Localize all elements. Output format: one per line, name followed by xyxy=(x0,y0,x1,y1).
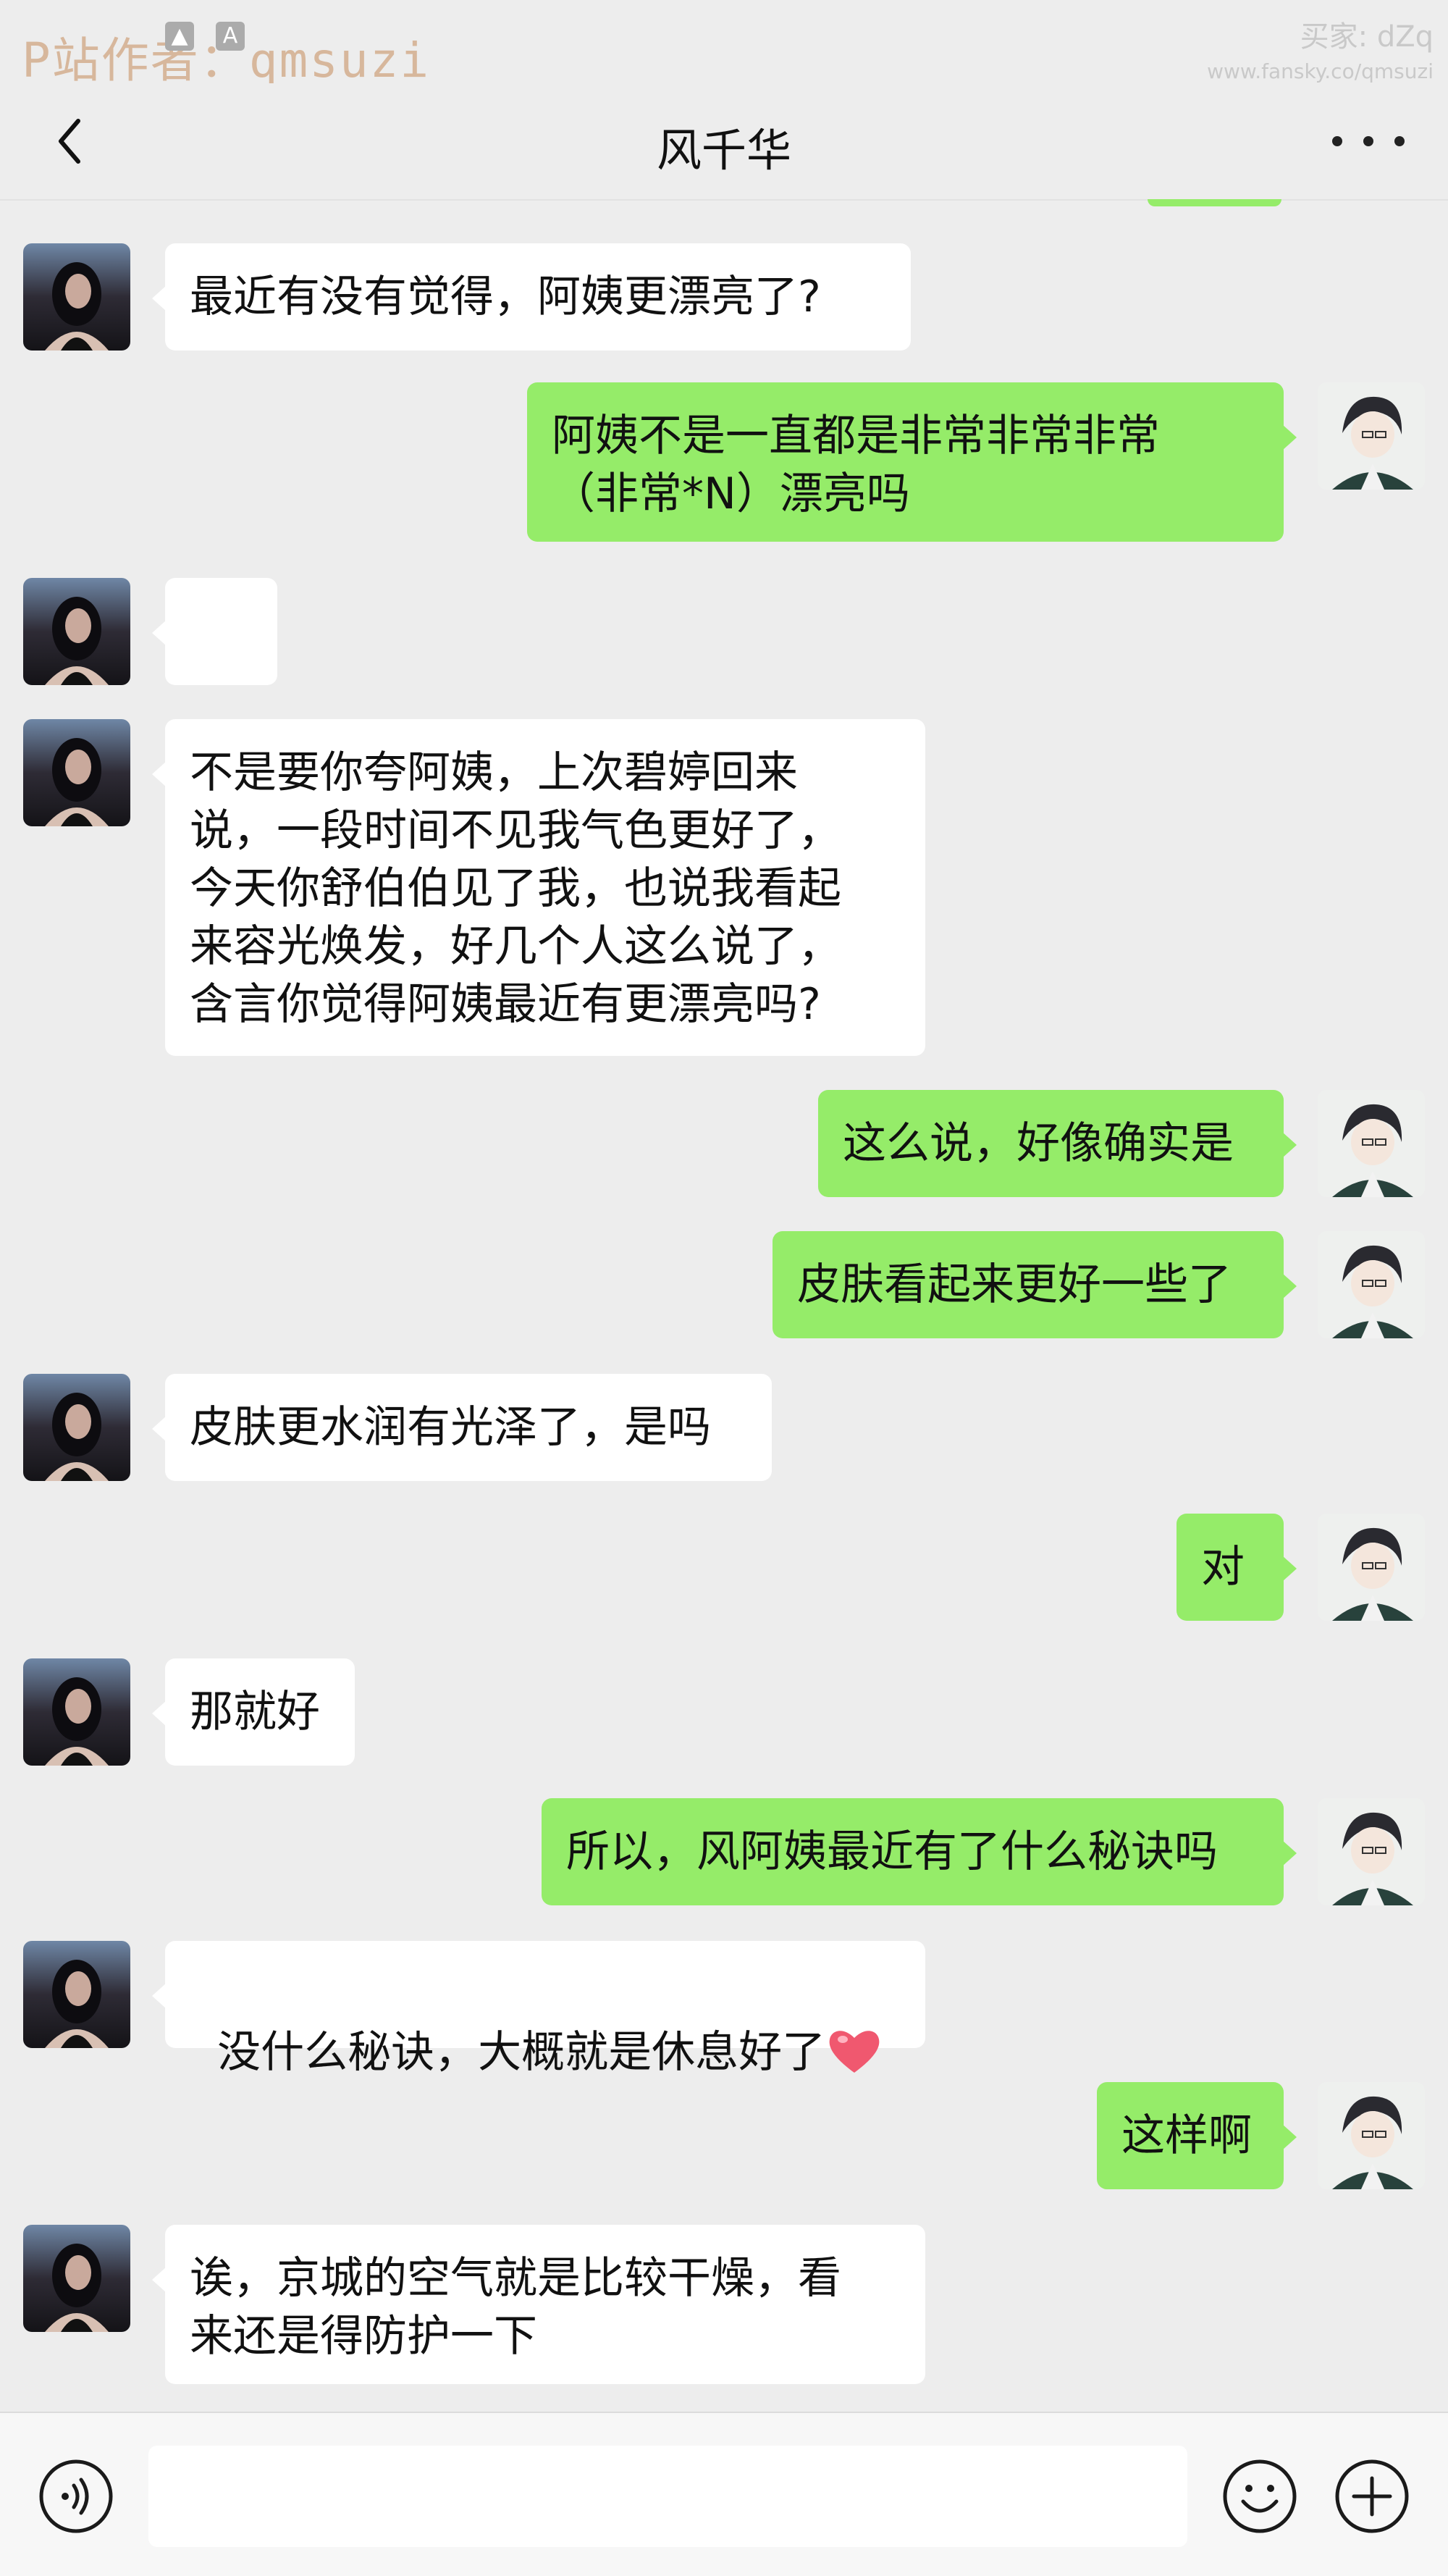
plus-icon xyxy=(1335,2459,1409,2533)
more-button[interactable] xyxy=(1332,116,1405,167)
watermark-buyer-line2: www.fansky.co/qmsuzi xyxy=(1207,59,1434,83)
more-actions-button[interactable] xyxy=(1332,2457,1412,2536)
heart-emoji-icon xyxy=(829,2031,880,2073)
my-avatar[interactable] xyxy=(1318,2082,1425,2189)
contact-avatar[interactable] xyxy=(23,578,130,685)
voice-icon xyxy=(39,2459,113,2533)
contact-avatar[interactable] xyxy=(23,1374,130,1481)
watermark-buyer-line1: 买家: dZq xyxy=(1300,20,1434,54)
emoji-icon xyxy=(1223,2459,1297,2533)
contact-avatar[interactable] xyxy=(23,719,130,826)
contact-avatar[interactable] xyxy=(23,2225,130,2332)
input-bar xyxy=(0,2412,1448,2576)
more-dots-icon xyxy=(1332,136,1342,146)
message-bubble-outgoing[interactable]: 这么说，好像确实是 xyxy=(818,1090,1297,1197)
message-bubble-incoming[interactable]: 不是要你夸阿姨，上次碧婷回来 说，一段时间不见我气色更好了， 今天你舒伯伯见了我… xyxy=(152,719,925,1056)
message-bubble-incoming[interactable]: 皮肤更水润有光泽了，是吗 xyxy=(152,1374,772,1481)
message-bubble-outgoing[interactable]: 这样啊 xyxy=(1097,2082,1297,2189)
my-avatar[interactable] xyxy=(1318,1231,1425,1338)
previous-message-fragment xyxy=(1148,199,1281,206)
contact-avatar[interactable] xyxy=(23,1941,130,2048)
chat-title: 风千华 xyxy=(656,124,791,177)
message-bubble-incoming[interactable]: 诶，京城的空气就是比较干燥，看 来还是得防护一下 xyxy=(152,2225,925,2384)
my-avatar[interactable] xyxy=(1318,1514,1425,1621)
message-text: 没什么秘诀，大概就是休息好了 xyxy=(217,2027,826,2078)
message-bubble-incoming[interactable]: 最近有没有觉得，阿姨更漂亮了? xyxy=(152,243,911,351)
app-notification-icon: A xyxy=(216,22,245,51)
voice-button[interactable] xyxy=(36,2457,116,2536)
message-bubble-incoming[interactable]: 没什么秘诀，大概就是休息好了 xyxy=(152,1941,925,2078)
message-bubble-outgoing[interactable]: 皮肤看起来更好一些了 xyxy=(773,1231,1297,1338)
emoji-button[interactable] xyxy=(1220,2457,1300,2536)
my-avatar[interactable] xyxy=(1318,1798,1425,1905)
message-bubble-outgoing[interactable]: 所以，风阿姨最近有了什么秘诀吗 xyxy=(542,1798,1297,1905)
more-dot xyxy=(1394,136,1405,146)
message-bubble-incoming[interactable] xyxy=(152,578,277,761)
message-bubble-incoming[interactable]: 那就好 xyxy=(152,1658,355,1766)
message-input[interactable] xyxy=(148,2446,1187,2547)
message-bubble-outgoing[interactable]: 对 xyxy=(1176,1514,1297,1621)
watermark-buyer: 买家: dZq www.fansky.co/qmsuzi xyxy=(1207,13,1434,83)
contact-avatar[interactable] xyxy=(23,1658,130,1766)
chat-header: 风千华 xyxy=(0,83,1448,201)
status-icons: ▲ A xyxy=(165,22,245,51)
contact-avatar[interactable] xyxy=(23,243,130,351)
my-avatar[interactable] xyxy=(1318,1090,1425,1197)
message-bubble-outgoing[interactable]: 阿姨不是一直都是非常非常非常 （非常*N）漂亮吗 xyxy=(527,382,1297,542)
more-dot xyxy=(1363,136,1373,146)
my-avatar[interactable] xyxy=(1318,382,1425,490)
image-notification-icon: ▲ xyxy=(165,22,194,51)
